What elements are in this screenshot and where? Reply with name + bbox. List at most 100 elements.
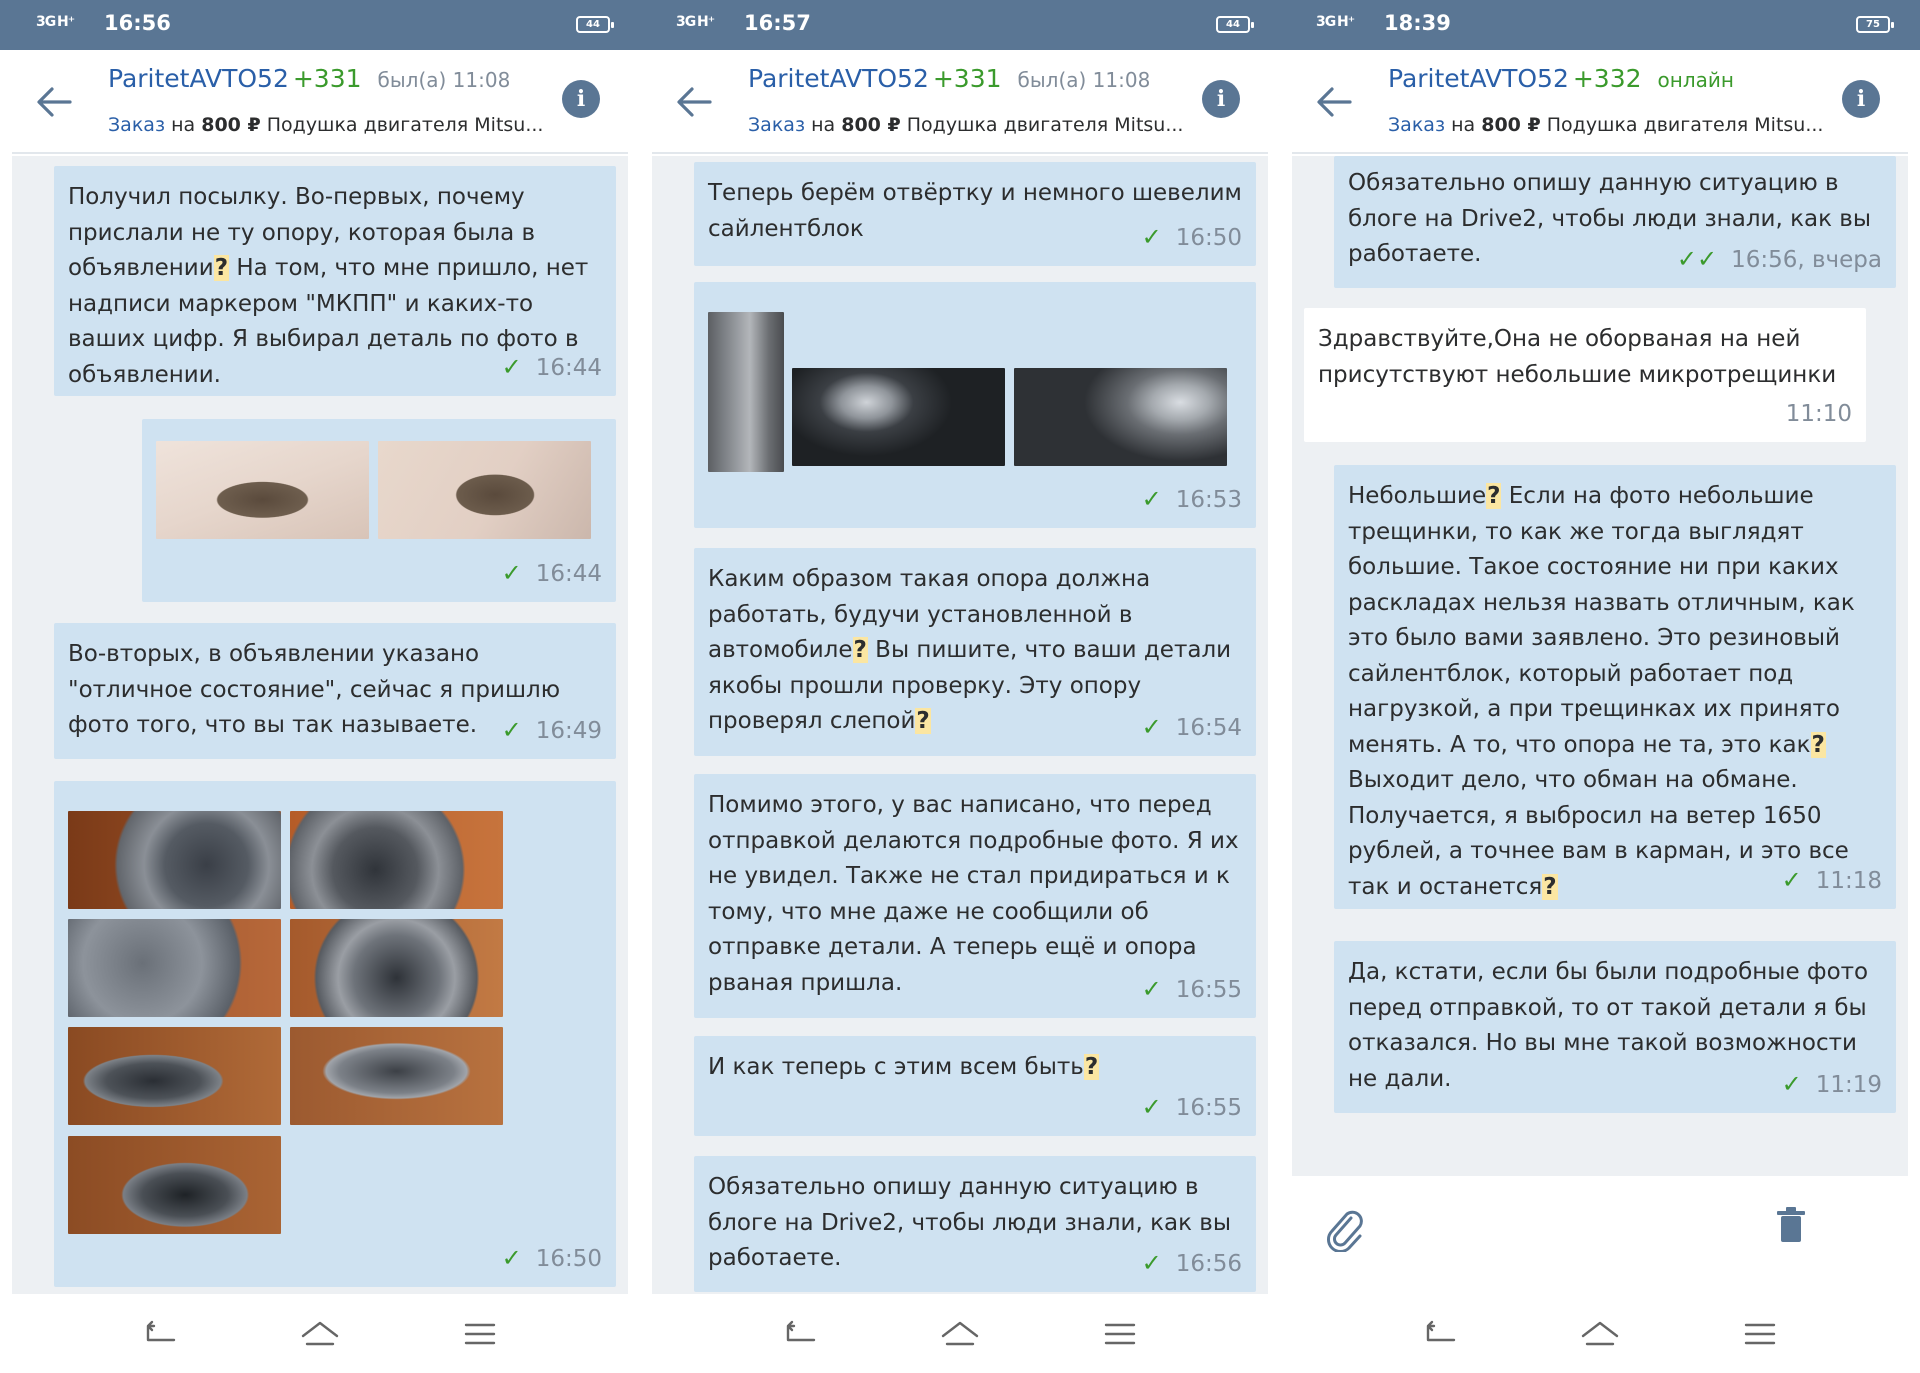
signal-indicator: 3G H⁺ <box>1316 14 1355 30</box>
status-bar: 3G H⁺ 18:39 75 <box>1280 0 1920 50</box>
battery-icon: 75 <box>1856 16 1894 33</box>
order-amount: 800 ₽ <box>201 114 261 136</box>
chat-title[interactable]: ParitetAVTO52 +331 был(а) 11:08 <box>108 64 510 93</box>
arrow-left-icon[interactable] <box>674 84 714 120</box>
order-summary[interactable]: Заказ на 800 ₽ Подушка двигателя Mitsu..… <box>1388 114 1823 136</box>
status-time: 16:57 <box>744 11 811 35</box>
part-photo[interactable] <box>378 441 591 539</box>
status-bar: 3G H⁺ 16:57 44 <box>640 0 1280 50</box>
message-time: 11:19 <box>1815 1071 1882 1098</box>
part-photo[interactable] <box>1014 368 1227 466</box>
order-amount: 800 ₽ <box>1481 114 1541 136</box>
paperclip-icon[interactable] <box>1324 1206 1364 1252</box>
message-list[interactable]: Теперь берём отвёртку и немного шевелим … <box>652 156 1268 1294</box>
message-outgoing: Небольшие? Если на фото небольшие трещин… <box>1334 465 1896 909</box>
system-nav-bar <box>0 1294 640 1373</box>
seller-name[interactable]: ParitetAVTO52 <box>108 64 289 93</box>
part-photo[interactable] <box>708 312 784 472</box>
seller-rating: +331 <box>292 64 362 93</box>
part-photo[interactable] <box>68 1027 281 1125</box>
order-link[interactable]: Заказ <box>1388 114 1445 136</box>
message-outgoing: Обязательно опишу данную ситуацию в блог… <box>694 1156 1256 1292</box>
info-icon[interactable]: i <box>562 80 600 118</box>
message-outgoing-photos: ✓ 16:53 <box>694 282 1256 528</box>
message-outgoing: Во-вторых, в объявлении указано "отлично… <box>54 623 616 759</box>
nav-home-icon[interactable] <box>940 1316 980 1352</box>
chat-header: ParitetAVTO52 +332 онлайн Заказ на 800 ₽ П… <box>1292 50 1908 154</box>
order-summary[interactable]: Заказ на 800 ₽ Подушка двигателя Mitsu..… <box>748 114 1183 136</box>
seller-name[interactable]: ParitetAVTO52 <box>1388 64 1569 93</box>
check-icon: ✓ <box>1781 1069 1802 1098</box>
message-meta: ✓ 16:56 <box>1142 1246 1242 1283</box>
message-outgoing: И как теперь с этим всем быть? ✓ 16:55 <box>694 1036 1256 1136</box>
nav-back-icon[interactable] <box>1420 1316 1460 1352</box>
check-icon: ✓ <box>501 1243 522 1272</box>
phone-screen-3: 3G H⁺ 18:39 75 ParitetAVTO52 +332 онлайн З… <box>1280 0 1920 1373</box>
message-meta: ✓ 16:44 <box>502 556 602 593</box>
arrow-left-icon[interactable] <box>1314 84 1354 120</box>
part-photo[interactable] <box>156 441 369 539</box>
message-time: 16:49 <box>535 717 602 744</box>
battery-icon: 44 <box>576 16 614 33</box>
nav-back-icon[interactable] <box>780 1316 820 1352</box>
battery-icon: 44 <box>1216 16 1254 33</box>
order-summary[interactable]: Заказ на 800 ₽ Подушка двигателя Mitsu..… <box>108 114 543 136</box>
order-link[interactable]: Заказ <box>748 114 805 136</box>
order-link[interactable]: Заказ <box>108 114 165 136</box>
part-photo[interactable] <box>68 919 281 1017</box>
order-amount: 800 ₽ <box>841 114 901 136</box>
message-incoming: Здравствуйте,Она не оборваная на ней при… <box>1304 308 1866 442</box>
message-time: 16:55 <box>1175 1094 1242 1121</box>
message-time: 16:55 <box>1175 976 1242 1003</box>
chat-title[interactable]: ParitetAVTO52 +332 онлайн <box>1388 64 1734 93</box>
message-time: 16:50 <box>1175 224 1242 251</box>
part-photo[interactable] <box>290 811 503 909</box>
nav-home-icon[interactable] <box>1580 1316 1620 1352</box>
message-outgoing-photos: ✓ 16:50 <box>54 781 616 1287</box>
message-time: 16:56 <box>1175 1250 1242 1277</box>
part-photo[interactable] <box>792 368 1005 466</box>
message-meta: ✓ 16:50 <box>1142 220 1242 257</box>
nav-menu-icon[interactable] <box>460 1316 500 1352</box>
check-icon: ✓ <box>1141 484 1162 513</box>
message-meta: ✓ 16:54 <box>1142 710 1242 747</box>
message-list[interactable]: Обязательно опишу данную ситуацию в блог… <box>1292 156 1908 1176</box>
check-icon: ✓ <box>1141 974 1162 1003</box>
order-item: Подушка двигателя Mitsu... <box>906 114 1184 136</box>
check-icon: ✓ <box>501 352 522 381</box>
nav-back-icon[interactable] <box>140 1316 180 1352</box>
chat-title[interactable]: ParitetAVTO52 +331 был(а) 11:08 <box>748 64 1150 93</box>
part-photo[interactable] <box>68 811 281 909</box>
part-photo[interactable] <box>290 1027 503 1125</box>
info-icon[interactable]: i <box>1842 80 1880 118</box>
message-meta: ✓ 16:53 <box>1142 482 1242 519</box>
nav-menu-icon[interactable] <box>1100 1316 1140 1352</box>
message-meta: ✓ 16:50 <box>502 1241 602 1278</box>
nav-menu-icon[interactable] <box>1740 1316 1780 1352</box>
order-item: Подушка двигателя Mitsu... <box>1546 114 1824 136</box>
message-outgoing: Получил посылку. Во-первых, почему присл… <box>54 166 616 396</box>
message-list[interactable]: Получил посылку. Во-первых, почему присл… <box>12 156 628 1294</box>
part-photo[interactable] <box>68 1136 281 1234</box>
message-time: 11:18 <box>1815 867 1882 894</box>
message-time: 16:50 <box>535 1245 602 1272</box>
part-photo[interactable] <box>290 919 503 1017</box>
trash-icon[interactable] <box>1774 1206 1808 1246</box>
message-outgoing: Обязательно опишу данную ситуацию в блог… <box>1334 156 1896 288</box>
message-meta: ✓ 16:55 <box>1142 972 1242 1009</box>
chat-header: ParitetAVTO52 +331 был(а) 11:08 Заказ на 8… <box>652 50 1268 154</box>
seller-rating: +331 <box>932 64 1002 93</box>
phone-screen-2: 3G H⁺ 16:57 44 ParitetAVTO52 +331 был(а) 1… <box>640 0 1280 1373</box>
nav-home-icon[interactable] <box>300 1316 340 1352</box>
message-time: 16:53 <box>1175 486 1242 513</box>
seller-name[interactable]: ParitetAVTO52 <box>748 64 929 93</box>
arrow-left-icon[interactable] <box>34 84 74 120</box>
phone-screen-1: 3G H⁺ 16:56 44 ParitetAVTO52 +331 был(а) 1… <box>0 0 640 1373</box>
message-meta: ✓ 16:49 <box>502 713 602 750</box>
check-icon: ✓ <box>1141 1092 1162 1121</box>
seller-online-status: онлайн <box>1657 68 1734 92</box>
system-nav-bar <box>1280 1294 1920 1373</box>
message-meta: ✓ 11:19 <box>1782 1067 1882 1104</box>
info-icon[interactable]: i <box>1202 80 1240 118</box>
check-icon: ✓ <box>1141 222 1162 251</box>
